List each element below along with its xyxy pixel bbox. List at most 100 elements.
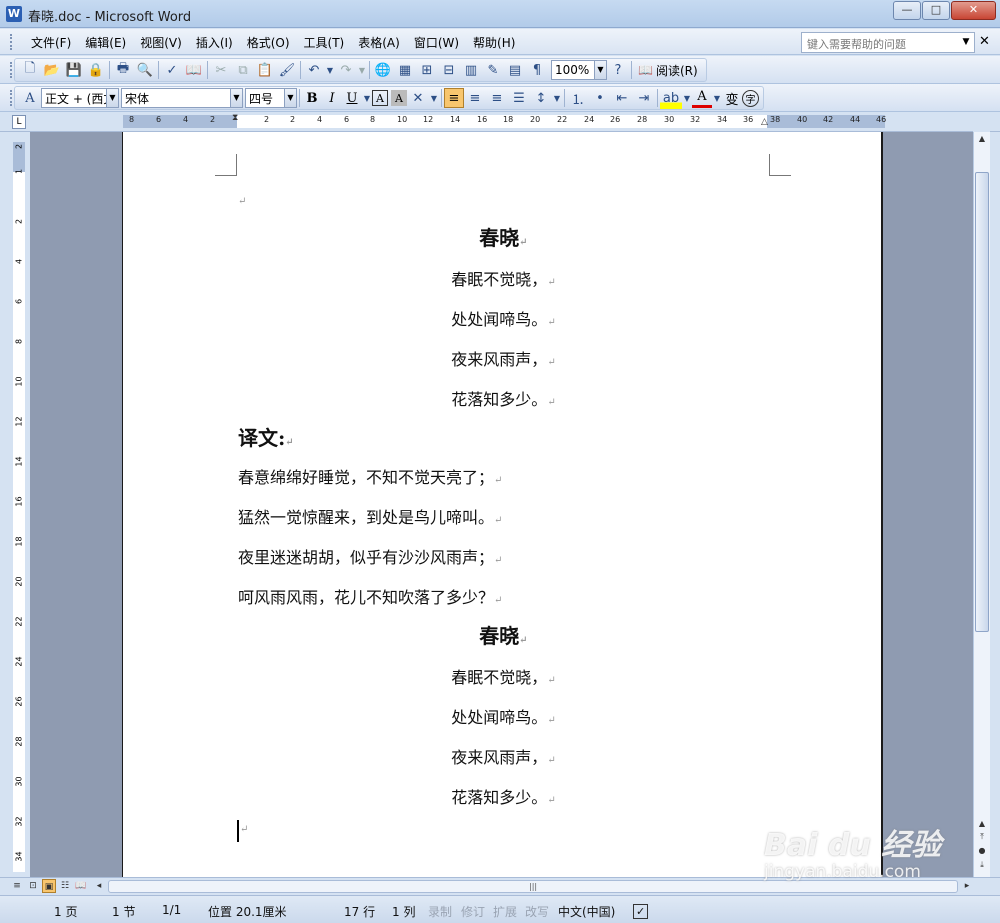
highlight-icon[interactable]: ab <box>660 87 682 109</box>
style-select[interactable]: 正文 + (西文 ▼ <box>41 88 119 108</box>
menu-item[interactable]: 工具(T) <box>297 34 352 51</box>
scroll-thumb[interactable] <box>975 172 989 632</box>
help-icon[interactable]: ? <box>607 59 629 81</box>
bold-button[interactable]: B <box>302 88 322 108</box>
paste-icon[interactable]: 📋 <box>254 59 276 81</box>
line-spacing-icon[interactable]: ↕ <box>530 87 552 109</box>
numbering-icon[interactable]: ⒈ <box>567 87 589 109</box>
decrease-indent-icon[interactable]: ⇤ <box>611 87 633 109</box>
split-box[interactable] <box>973 112 990 132</box>
document-page[interactable]: ↵ 春晓↵ 春眠不觉晓，↵ 处处闻啼鸟。↵ 夜来风雨声，↵ 花落知多少。↵ 译文:↵ … <box>122 132 883 877</box>
hyperlink-icon[interactable]: 🌐 <box>372 59 394 81</box>
underline-button[interactable]: U <box>342 88 362 108</box>
align-center-icon[interactable]: ≡ <box>464 87 486 109</box>
undo-icon[interactable]: ↶ <box>303 59 325 81</box>
underline-dropdown-icon[interactable]: ▼ <box>362 87 372 109</box>
copy-icon[interactable]: ⧉ <box>232 59 254 81</box>
char-shading-button[interactable]: A <box>391 90 407 106</box>
next-page-icon[interactable]: ⤓ <box>975 860 989 874</box>
cut-icon[interactable]: ✂ <box>210 59 232 81</box>
font-color-button[interactable]: A <box>692 88 712 108</box>
insert-table-icon[interactable]: ⊞ <box>416 59 438 81</box>
char-border-button[interactable]: A <box>372 90 388 106</box>
toolbar-grip[interactable] <box>10 90 13 106</box>
word-doc-icon[interactable]: W <box>6 6 22 22</box>
print-icon[interactable]: 🖶 <box>112 59 134 81</box>
menu-item[interactable]: 插入(I) <box>189 34 240 51</box>
status-extend[interactable]: 扩展 <box>493 903 517 920</box>
styles-formatting-icon[interactable]: A <box>19 87 41 109</box>
italic-button[interactable]: I <box>322 88 342 108</box>
tables-borders-icon[interactable]: ▦ <box>394 59 416 81</box>
menu-grip[interactable] <box>10 34 13 50</box>
menu-item[interactable]: 表格(A) <box>351 34 407 51</box>
minimize-button[interactable]: — <box>893 1 921 20</box>
phonetic-guide-button[interactable]: 变 <box>722 88 742 108</box>
permission-icon[interactable]: 🔒 <box>85 59 107 81</box>
close-button[interactable]: ✕ <box>951 1 996 20</box>
format-painter-icon[interactable]: 🖌 <box>276 59 298 81</box>
undo-dropdown-icon[interactable]: ▼ <box>325 59 335 81</box>
save-icon[interactable]: 💾 <box>63 59 85 81</box>
previous-page-icon[interactable]: ⤒ <box>975 832 989 846</box>
help-search-input[interactable]: 键入需要帮助的问题 ▼ <box>801 32 975 53</box>
tab-selector[interactable]: L <box>12 115 26 129</box>
menu-item[interactable]: 编辑(E) <box>78 34 133 51</box>
normal-view-icon[interactable]: ≡ <box>10 879 24 893</box>
style-dropdown-icon[interactable]: ▼ <box>106 89 118 107</box>
status-record[interactable]: 录制 <box>428 903 452 920</box>
new-document-icon[interactable]: 🗋 <box>19 59 41 81</box>
indent-marker-icon[interactable]: ⧗ <box>232 113 238 123</box>
char-scale-icon[interactable]: ✕ <box>407 87 429 109</box>
highlight-dropdown-icon[interactable]: ▼ <box>682 87 692 109</box>
read-button[interactable]: 📖 阅读(R) <box>634 62 702 79</box>
status-overtype[interactable]: 改写 <box>525 903 549 920</box>
columns-icon[interactable]: ▥ <box>460 59 482 81</box>
distributed-icon[interactable]: ☰ <box>508 87 530 109</box>
menu-item[interactable]: 帮助(H) <box>466 34 522 51</box>
align-justify-button[interactable]: ≡ <box>444 88 464 108</box>
insert-excel-icon[interactable]: ⊟ <box>438 59 460 81</box>
scroll-up-icon[interactable]: ▲ <box>975 134 989 148</box>
font-color-dropdown-icon[interactable]: ▼ <box>712 87 722 109</box>
scroll-left-icon[interactable]: ◂ <box>92 879 106 893</box>
document-map-icon[interactable]: ▤ <box>504 59 526 81</box>
zoom-dropdown-icon[interactable]: ▼ <box>594 61 606 79</box>
horizontal-ruler[interactable]: L 8 6 4 2 2 2 4 6 8 10 12 14 16 18 20 22 24 26 28 30 32 34 36 3… <box>0 112 1000 132</box>
print-preview-icon[interactable]: 🔍 <box>134 59 156 81</box>
research-icon[interactable]: 📖 <box>183 59 205 81</box>
spelling-status-icon[interactable]: ✓ <box>633 904 649 919</box>
font-dropdown-icon[interactable]: ▼ <box>230 89 242 107</box>
print-layout-icon[interactable]: ▣ <box>42 879 56 893</box>
increase-indent-icon[interactable]: ⇥ <box>633 87 655 109</box>
line-spacing-dropdown-icon[interactable]: ▼ <box>552 87 562 109</box>
scroll-right-icon[interactable]: ▸ <box>960 879 974 893</box>
reading-layout-icon[interactable]: 📖 <box>74 879 88 893</box>
menu-item[interactable]: 文件(F) <box>24 34 78 51</box>
toolbar-grip[interactable] <box>10 62 13 78</box>
document-area[interactable]: ↵ 春晓↵ 春眠不觉晓，↵ 处处闻啼鸟。↵ 夜来风雨声，↵ 花落知多少。↵ 译文:↵ … <box>30 132 973 877</box>
vertical-ruler[interactable]: 2 1 2 4 6 8 10 12 14 16 18 20 22 24 26 28 30 32 34 <box>10 132 30 877</box>
spelling-icon[interactable]: ✓ <box>161 59 183 81</box>
status-track-changes[interactable]: 修订 <box>461 903 485 920</box>
align-right-icon[interactable]: ≡ <box>486 87 508 109</box>
font-select[interactable]: 宋体 ▼ <box>121 88 243 108</box>
maximize-button[interactable]: □ <box>922 1 950 20</box>
font-size-select[interactable]: 四号 ▼ <box>245 88 297 108</box>
font-size-dropdown-icon[interactable]: ▼ <box>284 89 296 107</box>
menu-item[interactable]: 视图(V) <box>133 34 189 51</box>
document-close-button[interactable]: ✕ <box>979 34 990 49</box>
redo-dropdown-icon[interactable]: ▼ <box>357 59 367 81</box>
select-browse-object-icon[interactable]: ● <box>975 846 989 860</box>
show-hide-icon[interactable]: ¶ <box>526 59 548 81</box>
menu-item[interactable]: 窗口(W) <box>407 34 466 51</box>
enclose-chars-button[interactable]: 字 <box>742 89 759 107</box>
drawing-icon[interactable]: ✎ <box>482 59 504 81</box>
char-scale-dropdown-icon[interactable]: ▼ <box>429 87 439 109</box>
open-folder-icon[interactable]: 📂 <box>41 59 63 81</box>
scroll-up-icon[interactable]: ▲ <box>975 819 989 833</box>
menu-item[interactable]: 格式(O) <box>240 34 297 51</box>
web-layout-icon[interactable]: ⊡ <box>26 879 40 893</box>
redo-icon[interactable]: ↷ <box>335 59 357 81</box>
help-dropdown-icon[interactable]: ▼ <box>958 33 974 52</box>
